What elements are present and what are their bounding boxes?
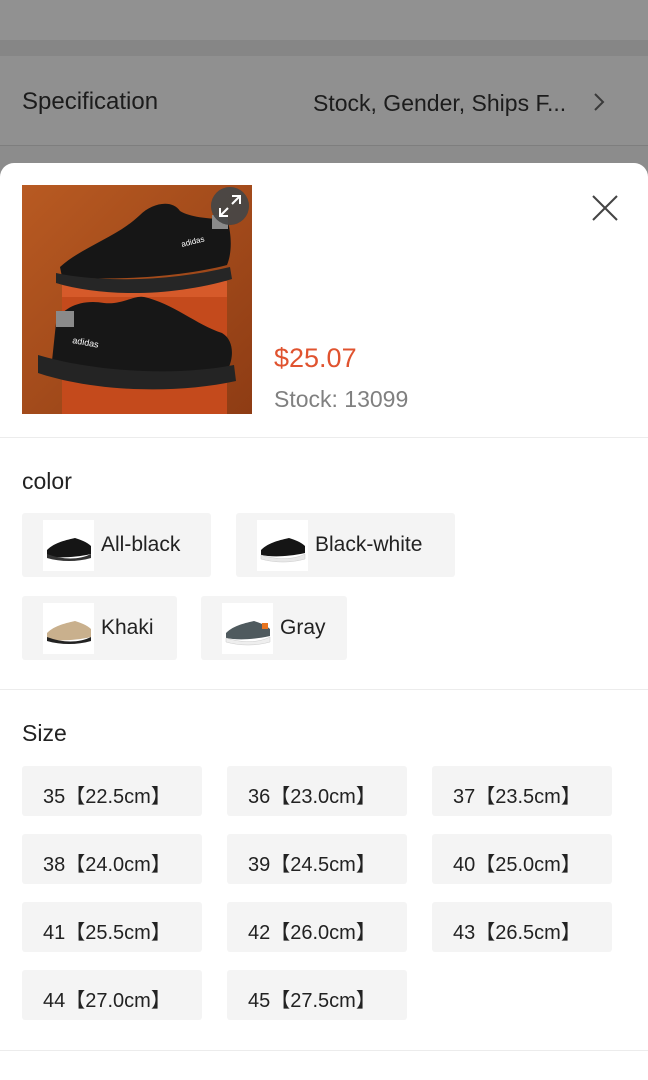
size-option-label: 38【24.0cm】: [43, 854, 171, 876]
color-thumbnail: [257, 520, 308, 571]
size-option-43[interactable]: 43【26.5cm】: [432, 902, 612, 952]
size-option-41[interactable]: 41【25.5cm】: [22, 902, 202, 952]
size-option-label: 41【25.5cm】: [43, 922, 171, 944]
sku-selector-sheet: adidas adidas $25.07 Stock: 13099 color …: [0, 163, 648, 1080]
size-option-label: 42【26.0cm】: [248, 922, 376, 944]
size-option-42[interactable]: 42【26.0cm】: [227, 902, 407, 952]
product-price: $25.07: [274, 343, 357, 373]
size-option-label: 43【26.5cm】: [453, 922, 581, 944]
specification-row[interactable]: Specification Stock, Gender, Ships F...: [0, 56, 648, 146]
divider: [0, 437, 648, 438]
divider: [0, 689, 648, 690]
color-option-all-black[interactable]: All-black: [22, 513, 211, 577]
color-section-title: color: [22, 468, 72, 494]
size-option-38[interactable]: 38【24.0cm】: [22, 834, 202, 884]
color-option-gray[interactable]: Gray: [201, 596, 347, 660]
background-separator: [0, 40, 648, 56]
size-option-label: 45【27.5cm】: [248, 990, 376, 1012]
specification-label: Specification: [22, 88, 159, 115]
size-option-label: 40【25.0cm】: [453, 854, 581, 876]
specification-value: Stock, Gender, Ships F...: [313, 90, 567, 116]
size-option-44[interactable]: 44【27.0cm】: [22, 970, 202, 1020]
color-thumbnail: [43, 520, 94, 571]
size-option-40[interactable]: 40【25.0cm】: [432, 834, 612, 884]
size-option-label: 36【23.0cm】: [248, 786, 376, 808]
size-option-label: 39【24.5cm】: [248, 854, 376, 876]
color-option-label: Gray: [280, 616, 326, 639]
background-page: Specification Stock, Gender, Ships F...: [0, 0, 648, 170]
color-option-khaki[interactable]: Khaki: [22, 596, 177, 660]
chevron-right-icon: [594, 93, 605, 111]
size-option-label: 35【22.5cm】: [43, 786, 171, 808]
size-option-37[interactable]: 37【23.5cm】: [432, 766, 612, 816]
product-stock: Stock: 13099: [274, 386, 409, 412]
size-option-35[interactable]: 35【22.5cm】: [22, 766, 202, 816]
expand-icon[interactable]: [211, 187, 249, 225]
color-option-label: Black-white: [315, 533, 423, 556]
close-icon[interactable]: [589, 192, 621, 224]
size-option-label: 37【23.5cm】: [453, 786, 581, 808]
size-option-36[interactable]: 36【23.0cm】: [227, 766, 407, 816]
size-option-45[interactable]: 45【27.5cm】: [227, 970, 407, 1020]
color-thumbnail: [222, 603, 273, 654]
color-option-label: Khaki: [101, 616, 154, 639]
background-header-strip: [0, 0, 648, 40]
size-option-label: 44【27.0cm】: [43, 990, 171, 1012]
color-thumbnail: [43, 603, 94, 654]
size-option-39[interactable]: 39【24.5cm】: [227, 834, 407, 884]
color-option-black-white[interactable]: Black-white: [236, 513, 455, 577]
size-section-title: Size: [22, 720, 67, 746]
divider: [0, 1050, 648, 1051]
color-option-label: All-black: [101, 533, 181, 556]
